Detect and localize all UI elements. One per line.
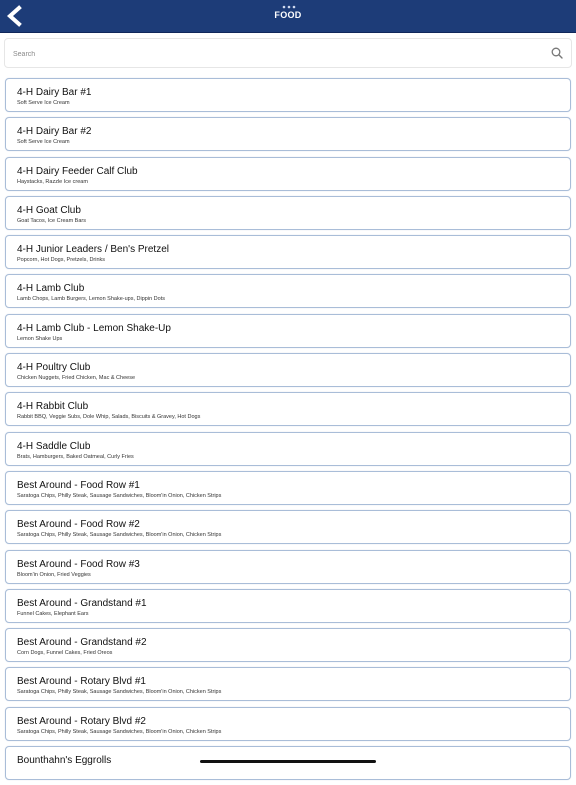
list-item-title: Best Around - Food Row #3 xyxy=(17,558,140,570)
list-item-title: 4-H Poultry Club xyxy=(17,362,91,374)
list-item[interactable]: Best Around - Food Row #3 Bloom'in Onion… xyxy=(5,549,571,584)
list-item-subtitle: Goat Tacos, Ice Cream Bars xyxy=(17,217,86,224)
list-item-title: 4-H Rabbit Club xyxy=(17,401,89,413)
list-item-title: Best Around - Rotary Blvd #2 xyxy=(17,715,146,727)
list-item[interactable]: 4-H Goat Club Goat Tacos, Ice Cream Bars xyxy=(5,195,571,230)
list-item[interactable]: Bounthahn's Eggrolls xyxy=(5,746,571,781)
list-item-title: Best Around - Food Row #1 xyxy=(17,479,140,491)
list-item-subtitle: Bloom'in Onion, Fried Veggies xyxy=(17,571,91,578)
search-icon[interactable] xyxy=(551,47,563,59)
list-item[interactable]: 4-H Dairy Feeder Calf Club Haystacks, Ra… xyxy=(5,156,571,191)
list-item[interactable]: Best Around - Grandstand #2 Corn Dogs, F… xyxy=(5,628,571,663)
list-item[interactable]: 4-H Rabbit Club Rabbit BBQ, Veggie Subs,… xyxy=(5,392,571,427)
home-indicator[interactable] xyxy=(200,760,376,763)
list-item[interactable]: Best Around - Rotary Blvd #2 Saratoga Ch… xyxy=(5,706,571,741)
list-item-title: Best Around - Grandstand #2 xyxy=(17,637,147,649)
list-item-subtitle: Rabbit BBQ, Veggie Subs, Dole Whip, Sala… xyxy=(17,414,201,421)
page-title: FOOD xyxy=(274,10,302,20)
list-item[interactable]: Best Around - Rotary Blvd #1 Saratoga Ch… xyxy=(5,667,571,702)
list-item-title: 4-H Lamb Club - Lemon Shake-Up xyxy=(17,322,171,334)
list-item[interactable]: 4-H Saddle Club Brats, Hamburgers, Baked… xyxy=(5,431,571,466)
top-nav-bar: FOOD xyxy=(0,0,576,33)
list-item-subtitle: Popcorn, Hot Dogs, Pretzels, Drinks xyxy=(17,257,106,264)
list-item-title: 4-H Dairy Bar #2 xyxy=(17,126,92,138)
list-item[interactable]: 4-H Poultry Club Chicken Nuggets, Fried … xyxy=(5,353,571,388)
list-item-subtitle: Saratoga Chips, Philly Steak, Sausage Sa… xyxy=(17,689,222,696)
list-item[interactable]: Best Around - Grandstand #1 Funnel Cakes… xyxy=(5,588,571,623)
list-item-subtitle: Funnel Cakes, Elephant Ears xyxy=(17,610,89,617)
list-item[interactable]: 4-H Junior Leaders / Ben's Pretzel Popco… xyxy=(5,235,571,270)
list-item-subtitle: Lamb Chops, Lamb Burgers, Lemon Shake-up… xyxy=(17,296,165,303)
list-item-title: Bounthahn's Eggrolls xyxy=(17,755,112,767)
search-bar xyxy=(4,38,572,68)
list-item[interactable]: Best Around - Food Row #2 Saratoga Chips… xyxy=(5,510,571,545)
list-item-title: 4-H Saddle Club xyxy=(17,440,91,452)
vendor-list: 4-H Dairy Bar #1 Soft Serve Ice Cream 4-… xyxy=(5,78,571,785)
dots-icon xyxy=(282,5,296,9)
list-item-title: 4-H Goat Club xyxy=(17,204,81,216)
list-item-title: 4-H Dairy Feeder Calf Club xyxy=(17,165,138,177)
list-item-title: 4-H Lamb Club xyxy=(17,283,85,295)
search-input[interactable] xyxy=(11,45,535,63)
list-item-subtitle: Lemon Shake Ups xyxy=(17,335,63,342)
list-item-subtitle: Chicken Nuggets, Fried Chicken, Mac & Ch… xyxy=(17,375,135,382)
list-item[interactable]: Best Around - Food Row #1 Saratoga Chips… xyxy=(5,470,571,505)
list-item-subtitle: Brats, Hamburgers, Baked Oatmeal, Curly … xyxy=(17,453,134,460)
list-item[interactable]: 4-H Lamb Club - Lemon Shake-Up Lemon Sha… xyxy=(5,313,571,348)
list-item-subtitle: Saratoga Chips, Philly Steak, Sausage Sa… xyxy=(17,532,222,539)
list-item[interactable]: 4-H Dairy Bar #1 Soft Serve Ice Cream xyxy=(5,78,571,112)
list-item-subtitle: Saratoga Chips, Philly Steak, Sausage Sa… xyxy=(17,492,222,499)
list-item-title: Best Around - Grandstand #1 xyxy=(17,597,147,609)
list-item-subtitle: Soft Serve Ice Cream xyxy=(17,139,70,146)
list-item-title: 4-H Dairy Bar #1 xyxy=(17,87,92,98)
list-item-title: Best Around - Rotary Blvd #1 xyxy=(17,676,146,688)
list-item-subtitle: Haystacks, Razzle Ice cream xyxy=(17,178,88,185)
list-item-subtitle: Saratoga Chips, Philly Steak, Sausage Sa… xyxy=(17,728,222,735)
list-item-subtitle: Soft Serve Ice Cream xyxy=(17,100,70,106)
list-item-title: Best Around - Food Row #2 xyxy=(17,519,140,531)
list-item[interactable]: 4-H Dairy Bar #2 Soft Serve Ice Cream xyxy=(5,117,571,152)
list-item-title: 4-H Junior Leaders / Ben's Pretzel xyxy=(17,244,169,256)
list-item-subtitle: Corn Dogs, Funnel Cakes, Fried Oreos xyxy=(17,650,113,657)
list-item[interactable]: 4-H Lamb Club Lamb Chops, Lamb Burgers, … xyxy=(5,274,571,309)
